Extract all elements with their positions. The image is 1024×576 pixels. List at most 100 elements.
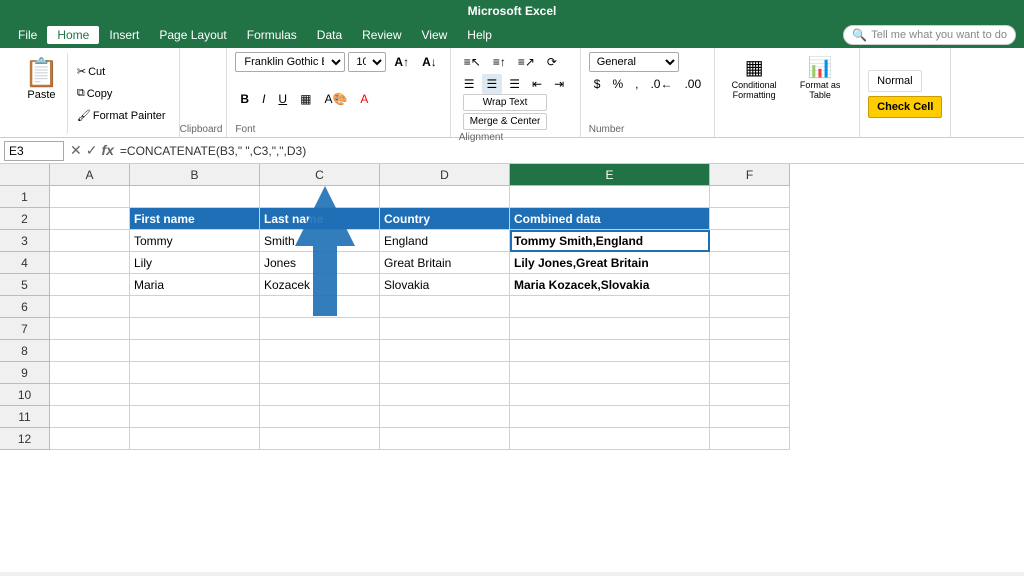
cell-b9[interactable] <box>130 362 260 384</box>
cell-c6[interactable] <box>260 296 380 318</box>
cell-d8[interactable] <box>380 340 510 362</box>
cell-c2[interactable]: Last name <box>260 208 380 230</box>
font-size-select[interactable]: 10 <box>348 52 386 72</box>
cell-b12[interactable] <box>130 428 260 450</box>
italic-button[interactable]: I <box>257 89 270 109</box>
tell-me-input[interactable]: 🔍 Tell me what you want to do <box>843 25 1016 45</box>
cell-c11[interactable] <box>260 406 380 428</box>
normal-style-box[interactable]: Normal <box>868 70 921 92</box>
cell-e9[interactable] <box>510 362 710 384</box>
cell-f12[interactable] <box>710 428 790 450</box>
cell-f7[interactable] <box>710 318 790 340</box>
cell-e4[interactable]: Lily Jones,Great Britain <box>510 252 710 274</box>
menu-formulas[interactable]: Formulas <box>237 26 307 44</box>
cell-f2[interactable] <box>710 208 790 230</box>
cell-d4[interactable]: Great Britain <box>380 252 510 274</box>
angle-text-button[interactable]: ⟳ <box>542 52 562 72</box>
currency-button[interactable]: $ <box>589 74 606 94</box>
col-header-c[interactable]: C <box>260 164 380 186</box>
cell-b4[interactable]: Lily <box>130 252 260 274</box>
align-center-button[interactable]: ☰ <box>482 74 503 94</box>
cell-d2[interactable]: Country <box>380 208 510 230</box>
wrap-text-button[interactable]: Wrap Text <box>463 94 548 111</box>
cell-a5[interactable] <box>50 274 130 296</box>
cell-b11[interactable] <box>130 406 260 428</box>
indent-less-button[interactable]: ⇤ <box>527 74 547 94</box>
align-top-left-button[interactable]: ≡↖ <box>459 52 486 72</box>
cell-a6[interactable] <box>50 296 130 318</box>
col-header-a[interactable]: A <box>50 164 130 186</box>
cell-e1[interactable] <box>510 186 710 208</box>
merge-center-button[interactable]: Merge & Center <box>463 113 548 130</box>
comma-button[interactable]: , <box>630 74 643 94</box>
cell-c10[interactable] <box>260 384 380 406</box>
function-icon[interactable]: fx <box>101 142 113 159</box>
cell-a12[interactable] <box>50 428 130 450</box>
cancel-formula-button[interactable]: ✕ <box>70 142 82 159</box>
cell-a7[interactable] <box>50 318 130 340</box>
menu-help[interactable]: Help <box>457 26 502 44</box>
cell-b1[interactable] <box>130 186 260 208</box>
cell-d5[interactable]: Slovakia <box>380 274 510 296</box>
spreadsheet-area[interactable]: A B C D E F 1 2 First name Last name Cou… <box>0 164 1024 572</box>
cell-c12[interactable] <box>260 428 380 450</box>
check-cell-style-box[interactable]: Check Cell <box>868 96 942 118</box>
cell-c3[interactable]: Smith <box>260 230 380 252</box>
indent-more-button[interactable]: ⇥ <box>549 74 569 94</box>
cell-e3[interactable]: Tommy Smith,England <box>510 230 710 252</box>
cell-b5[interactable]: Maria <box>130 274 260 296</box>
cell-b8[interactable] <box>130 340 260 362</box>
underline-button[interactable]: U <box>273 89 292 109</box>
cell-f3[interactable] <box>710 230 790 252</box>
menu-insert[interactable]: Insert <box>99 26 149 44</box>
menu-review[interactable]: Review <box>352 26 411 44</box>
border-button[interactable]: ▦ <box>295 89 316 109</box>
cell-f9[interactable] <box>710 362 790 384</box>
fill-color-button[interactable]: A🎨 <box>319 89 352 109</box>
decrease-decimal-button[interactable]: .0← <box>645 74 677 94</box>
cell-c4[interactable]: Jones <box>260 252 380 274</box>
cell-a4[interactable] <box>50 252 130 274</box>
align-top-right-button[interactable]: ≡↗ <box>513 52 540 72</box>
cell-c5[interactable]: Kozacek <box>260 274 380 296</box>
cell-e12[interactable] <box>510 428 710 450</box>
cell-e10[interactable] <box>510 384 710 406</box>
cell-e6[interactable] <box>510 296 710 318</box>
copy-button[interactable]: ⧉ Copy <box>72 84 171 104</box>
col-header-e[interactable]: E <box>510 164 710 186</box>
cell-a9[interactable] <box>50 362 130 384</box>
cell-e5[interactable]: Maria Kozacek,Slovakia <box>510 274 710 296</box>
cell-c8[interactable] <box>260 340 380 362</box>
align-top-center-button[interactable]: ≡↑ <box>488 52 511 72</box>
align-left-button[interactable]: ☰ <box>459 74 480 94</box>
cell-d7[interactable] <box>380 318 510 340</box>
col-header-f[interactable]: F <box>710 164 790 186</box>
cell-f11[interactable] <box>710 406 790 428</box>
cell-e2[interactable]: Combined data <box>510 208 710 230</box>
cell-reference-box[interactable] <box>4 141 64 161</box>
menu-home[interactable]: Home <box>47 26 99 44</box>
cell-b7[interactable] <box>130 318 260 340</box>
cell-a11[interactable] <box>50 406 130 428</box>
cell-c1[interactable] <box>260 186 380 208</box>
cell-f10[interactable] <box>710 384 790 406</box>
menu-page-layout[interactable]: Page Layout <box>149 26 236 44</box>
cell-a1[interactable] <box>50 186 130 208</box>
cell-c9[interactable] <box>260 362 380 384</box>
confirm-formula-button[interactable]: ✓ <box>86 142 98 159</box>
cell-f8[interactable] <box>710 340 790 362</box>
cell-a3[interactable] <box>50 230 130 252</box>
increase-decimal-button[interactable]: .00 <box>679 74 706 94</box>
cell-b6[interactable] <box>130 296 260 318</box>
paste-button[interactable]: 📋 Paste <box>16 52 68 135</box>
col-header-d[interactable]: D <box>380 164 510 186</box>
col-header-b[interactable]: B <box>130 164 260 186</box>
cell-d10[interactable] <box>380 384 510 406</box>
number-format-select[interactable]: General <box>589 52 679 72</box>
cell-e7[interactable] <box>510 318 710 340</box>
cell-b10[interactable] <box>130 384 260 406</box>
cell-e8[interactable] <box>510 340 710 362</box>
cut-button[interactable]: ✂ Cut <box>72 62 171 82</box>
percent-button[interactable]: % <box>607 74 628 94</box>
cell-d12[interactable] <box>380 428 510 450</box>
